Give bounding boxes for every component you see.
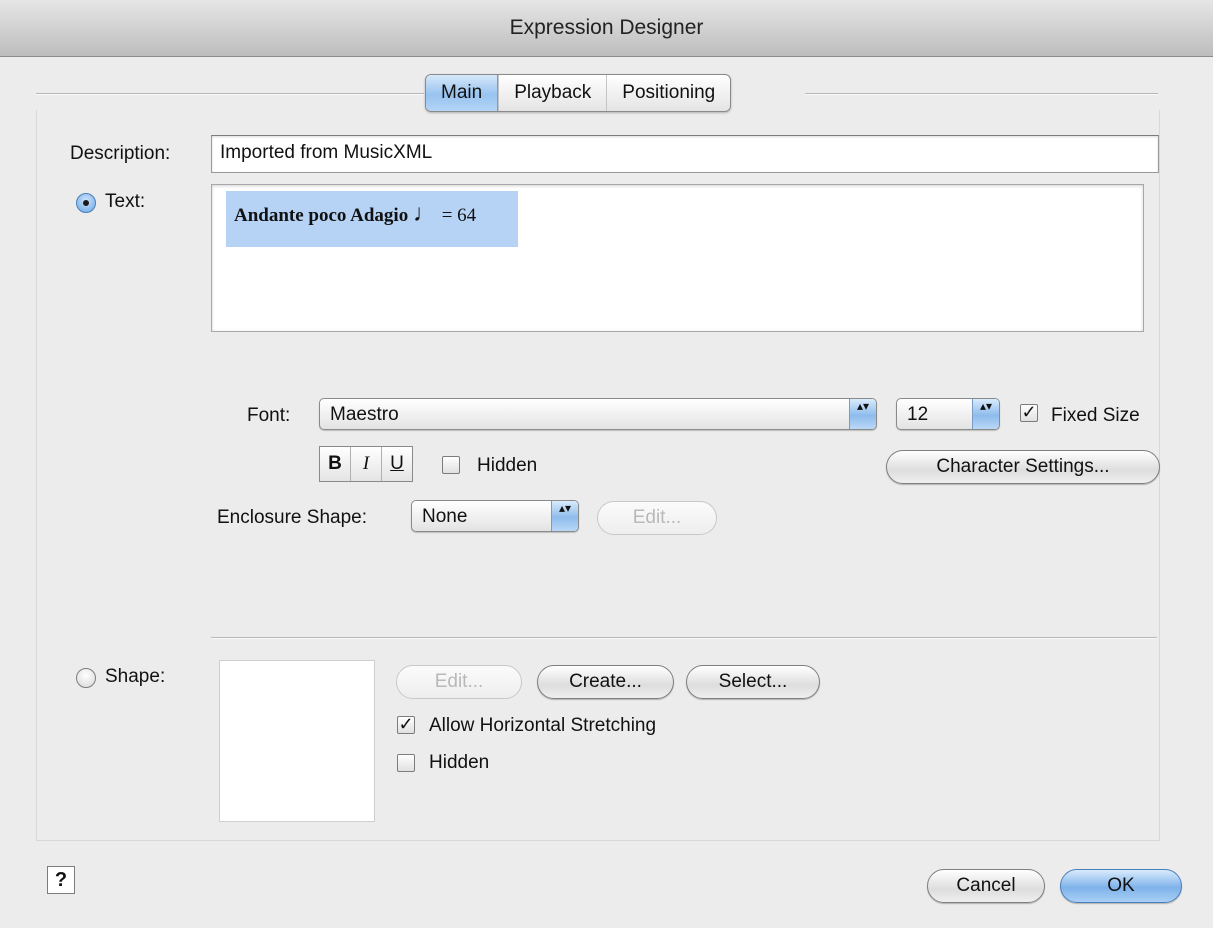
shape-preview bbox=[219, 660, 375, 822]
text-style-buttons: B I U bbox=[319, 446, 413, 482]
tab-divider-left bbox=[36, 93, 424, 95]
bold-button[interactable]: B bbox=[320, 447, 350, 481]
tab-main[interactable]: Main bbox=[426, 75, 499, 111]
italic-button[interactable]: I bbox=[350, 447, 381, 481]
tab-bar: Main Playback Positioning bbox=[425, 74, 732, 112]
text-radio[interactable] bbox=[76, 193, 96, 213]
shape-radio[interactable] bbox=[76, 668, 96, 688]
font-label: Font: bbox=[247, 405, 291, 426]
tempo-value: = 64 bbox=[441, 205, 477, 226]
tab-divider-right bbox=[805, 93, 1158, 95]
font-value: Maestro bbox=[330, 404, 399, 425]
chevron-updown-icon: ▴▾ bbox=[849, 399, 876, 429]
font-size-value: 12 bbox=[907, 404, 929, 425]
character-settings-button[interactable]: Character Settings... bbox=[886, 450, 1160, 484]
ok-button[interactable]: OK bbox=[1060, 869, 1182, 903]
selected-expression-text: Andante poco Adagio ♩ = 64 bbox=[226, 191, 518, 247]
shape-create-button[interactable]: Create... bbox=[537, 665, 674, 699]
tab-positioning[interactable]: Positioning bbox=[606, 75, 730, 111]
shape-radio-label: Shape: bbox=[105, 666, 166, 687]
fixed-size-checkbox[interactable]: ✓ bbox=[1020, 403, 1038, 422]
hidden-shape-label: Hidden bbox=[429, 752, 490, 773]
hidden-shape-checkbox[interactable] bbox=[397, 754, 415, 772]
shape-select-button[interactable]: Select... bbox=[686, 665, 820, 699]
quarter-note-icon: ♩ bbox=[412, 201, 437, 227]
window-title: Expression Designer bbox=[0, 0, 1213, 57]
hidden-text-checkbox[interactable] bbox=[442, 456, 460, 474]
enclosure-shape-label: Enclosure Shape: bbox=[217, 507, 367, 528]
allow-horizontal-stretching-checkbox[interactable]: ✓ bbox=[397, 715, 415, 734]
underline-button[interactable]: U bbox=[381, 447, 412, 481]
help-icon[interactable]: ? bbox=[47, 866, 75, 894]
tab-playback[interactable]: Playback bbox=[498, 75, 606, 111]
shape-edit-button[interactable]: Edit... bbox=[396, 665, 522, 699]
chevron-updown-icon: ▴▾ bbox=[972, 399, 999, 429]
hidden-text-label: Hidden bbox=[477, 455, 538, 476]
enclosure-shape-popup[interactable]: None ▴▾ bbox=[411, 500, 579, 532]
enclosure-shape-value: None bbox=[422, 506, 468, 527]
text-radio-label: Text: bbox=[105, 191, 146, 212]
enclosure-edit-button[interactable]: Edit... bbox=[597, 501, 717, 535]
description-value: Imported from MusicXML bbox=[220, 142, 433, 163]
font-popup[interactable]: Maestro ▴▾ bbox=[319, 398, 877, 430]
expression-text: Andante poco Adagio bbox=[234, 205, 409, 226]
cancel-button[interactable]: Cancel bbox=[927, 869, 1045, 903]
description-label: Description: bbox=[70, 143, 171, 164]
allow-horizontal-stretching-label: Allow Horizontal Stretching bbox=[429, 715, 657, 736]
chevron-updown-icon: ▴▾ bbox=[551, 501, 578, 531]
section-divider bbox=[211, 637, 1157, 639]
fixed-size-label: Fixed Size bbox=[1051, 405, 1140, 426]
font-size-popup[interactable]: 12 ▴▾ bbox=[896, 398, 1000, 430]
expression-text-area[interactable]: Andante poco Adagio ♩ = 64 bbox=[211, 184, 1144, 332]
description-field[interactable]: Imported from MusicXML bbox=[211, 135, 1159, 173]
